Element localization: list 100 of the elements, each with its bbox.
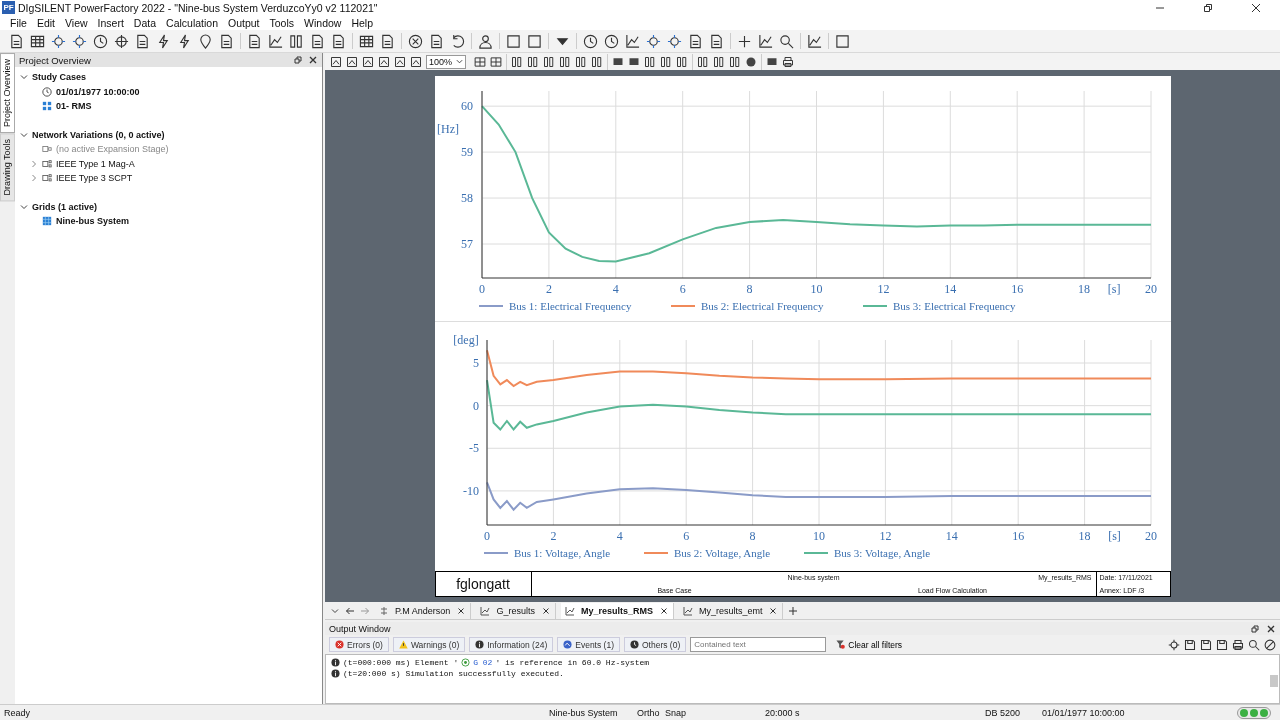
clock-icon[interactable] <box>93 33 108 49</box>
columns-icon[interactable] <box>543 55 555 68</box>
columns-icon[interactable] <box>527 55 539 68</box>
close-icon[interactable] <box>1251 2 1261 13</box>
tree-group[interactable]: Grids (1 active) <box>32 201 98 212</box>
tree-item[interactable]: Nine-bus System <box>56 216 130 227</box>
tree-item[interactable]: IEEE Type 1 Mag-A <box>56 158 135 169</box>
clock-icon[interactable] <box>583 33 598 49</box>
menu-item[interactable]: View <box>60 16 93 29</box>
plus-icon[interactable] <box>737 33 752 49</box>
menu-item[interactable]: File <box>5 16 32 29</box>
close-icon[interactable] <box>456 605 467 616</box>
frame-icon[interactable] <box>835 33 850 49</box>
side-tab[interactable]: Drawing Tools <box>0 133 15 202</box>
warning-icon <box>398 640 408 649</box>
plus-icon[interactable] <box>788 605 799 616</box>
scrollbar[interactable] <box>1270 675 1278 687</box>
clock-icon <box>630 640 639 649</box>
status-message: Ready <box>3 707 31 718</box>
lightning-icon[interactable] <box>177 33 192 49</box>
search-field[interactable]: Contained text <box>690 637 827 652</box>
tick-label: 12 <box>878 528 891 543</box>
document-tab[interactable]: My_results_RMS <box>560 602 674 619</box>
table-icon[interactable] <box>474 55 486 68</box>
menu-item[interactable]: Calculation <box>161 16 223 29</box>
chevron-icon[interactable] <box>20 202 28 211</box>
tick-label: 5 <box>472 356 479 370</box>
menu-item[interactable]: Insert <box>92 16 129 29</box>
restore-icon[interactable] <box>1203 2 1213 13</box>
tick-label: 18 <box>1078 528 1091 543</box>
tick-label: 20 <box>1144 282 1157 296</box>
columns-icon[interactable] <box>511 55 523 68</box>
tree-item[interactable]: 01- RMS <box>56 101 92 112</box>
close-icon[interactable] <box>1266 623 1276 634</box>
tree-item[interactable]: 01/01/1977 10:00:00 <box>56 86 140 97</box>
close-icon[interactable] <box>658 605 669 616</box>
frame-icon[interactable] <box>506 33 521 49</box>
columns-icon[interactable] <box>559 55 571 68</box>
legend-label: Bus 3: Voltage, Angle <box>833 546 930 559</box>
tree-item[interactable]: IEEE Type 3 SCPT <box>56 173 133 184</box>
columns-icon[interactable] <box>697 55 709 68</box>
back-arrow-icon[interactable] <box>345 605 355 616</box>
cancel-icon[interactable] <box>408 33 423 49</box>
cancel-icon[interactable] <box>1264 638 1276 651</box>
close-icon[interactable] <box>540 605 551 616</box>
filter-button[interactable]: Errors (0) <box>329 637 389 652</box>
chevron-icon[interactable] <box>20 73 28 82</box>
columns-icon[interactable] <box>575 55 587 68</box>
float-icon[interactable] <box>293 55 303 65</box>
columns-icon[interactable] <box>713 55 725 68</box>
filter-button[interactable]: Warnings (0) <box>392 637 466 652</box>
print-icon[interactable] <box>782 55 794 68</box>
frame-icon[interactable] <box>410 55 422 68</box>
status-item: 01/01/1977 10:00:00 <box>1042 707 1125 718</box>
document-tab[interactable]: My_results_emt <box>678 602 784 619</box>
table-icon[interactable] <box>30 33 45 49</box>
print-icon[interactable] <box>1232 638 1244 651</box>
clock-icon[interactable] <box>604 33 619 49</box>
menu-item[interactable]: Help <box>346 16 378 29</box>
columns-icon[interactable] <box>729 55 741 68</box>
clear-filters-button[interactable]: Clear all filters <box>830 638 909 651</box>
message-text: (t=20:000 s) Simulation successfully executed. <box>343 669 564 678</box>
filter-button[interactable]: Others (0) <box>624 637 687 652</box>
tick-label: 8 <box>749 528 756 543</box>
lightning-icon[interactable] <box>156 33 171 49</box>
pin-icon[interactable] <box>198 33 213 49</box>
menu-item[interactable]: Edit <box>31 16 60 29</box>
table-icon[interactable] <box>490 55 502 68</box>
filter-button[interactable]: Events (1) <box>557 637 620 652</box>
element-link[interactable]: G 02 <box>473 658 493 667</box>
tick-label: 6 <box>682 528 689 543</box>
info-icon <box>475 640 485 649</box>
tick-label: 10 <box>812 528 825 543</box>
columns-icon[interactable] <box>660 55 672 68</box>
columns-icon[interactable] <box>676 55 688 68</box>
menu-item[interactable]: Tools <box>264 16 300 29</box>
window-title: DIgSILENT PowerFactory 2022 - "Nine-bus System VerduzcoYy0 v2 112021" <box>18 1 378 14</box>
tree-group[interactable]: Study Cases <box>32 72 87 83</box>
columns-icon[interactable] <box>289 33 304 49</box>
table-icon[interactable] <box>359 33 374 49</box>
columns-icon[interactable] <box>644 55 656 68</box>
menu-item[interactable]: Window <box>299 16 347 29</box>
document-tab[interactable]: G_results <box>476 602 556 619</box>
menu-item[interactable]: Data <box>128 16 162 29</box>
zoom-dropdown[interactable]: 100% <box>426 54 466 69</box>
filter-button[interactable]: Information (24) <box>469 637 554 652</box>
crosshair-icon[interactable] <box>114 33 129 49</box>
columns-icon[interactable] <box>591 55 603 68</box>
float-icon[interactable] <box>1250 623 1260 634</box>
document-tab[interactable]: P.M Anderson <box>375 602 472 619</box>
frame-icon[interactable] <box>527 33 542 49</box>
tick-label: 0 <box>478 282 485 296</box>
close-icon[interactable] <box>768 605 779 616</box>
tick-label: 2 <box>545 282 552 296</box>
chevron-icon[interactable] <box>20 130 28 139</box>
menu-item[interactable]: Output <box>223 16 265 29</box>
legend-item: Bus 3: Voltage, Angle <box>802 546 930 559</box>
tree-group[interactable]: Network Variations (0, 0 active) <box>32 129 165 140</box>
side-tab[interactable]: Project Overview <box>0 53 15 134</box>
close-icon[interactable] <box>308 55 318 65</box>
